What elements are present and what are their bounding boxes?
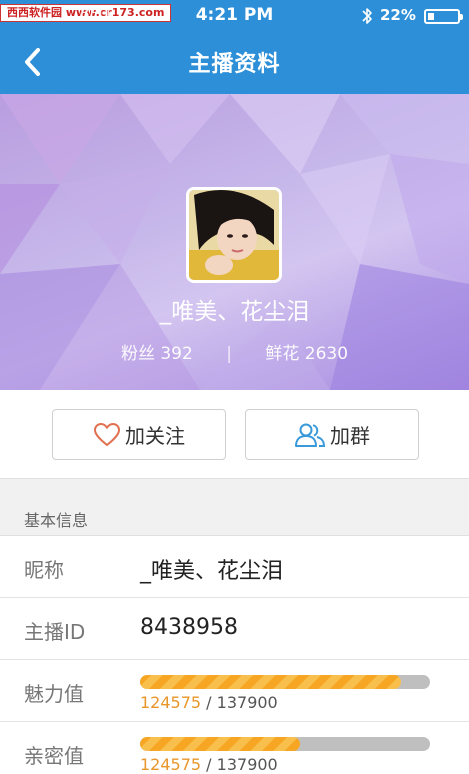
anchor-id-label: 主播ID bbox=[24, 620, 86, 644]
navigation-bar: 主播资料 bbox=[0, 32, 469, 94]
charm-current: 124575 bbox=[140, 693, 202, 712]
page-title: 主播资料 bbox=[188, 52, 281, 77]
charm-divider: / bbox=[206, 693, 217, 712]
status-bar: 西西软件园 www.cr173.com BELL 4:21 PM 22% bbox=[0, 0, 469, 32]
stats-separator: | bbox=[226, 344, 232, 364]
charm-progress-text: 124575 / 137900 bbox=[140, 693, 278, 712]
follow-button-label: 加关注 bbox=[125, 424, 185, 448]
fans-label: 粉丝 bbox=[120, 344, 155, 364]
section-header: 基本信息 bbox=[0, 478, 469, 536]
follow-button[interactable]: 加关注 bbox=[52, 409, 226, 460]
battery-level bbox=[428, 13, 435, 20]
heart-icon bbox=[93, 422, 121, 446]
nickname-value: _唯美、花尘泪 bbox=[140, 559, 284, 584]
intimacy-progress-text: 124575 / 137900 bbox=[140, 755, 278, 774]
profile-header: _唯美、花尘泪 粉丝 392 | 鲜花 2630 bbox=[0, 94, 469, 390]
intimacy-current: 124575 bbox=[140, 755, 202, 774]
join-group-button-label: 加群 bbox=[330, 424, 370, 448]
battery-percentage: 22% bbox=[380, 6, 416, 24]
action-bar: 加关注 加群 bbox=[0, 390, 469, 478]
battery-icon bbox=[424, 9, 463, 24]
intimacy-progress-bar bbox=[140, 737, 430, 751]
nickname-label: 昵称 bbox=[24, 558, 64, 582]
avatar[interactable] bbox=[186, 187, 282, 283]
top-bar: 西西软件园 www.cr173.com BELL 4:21 PM 22% 主播资… bbox=[0, 0, 469, 94]
fans-count: 392 bbox=[160, 344, 193, 364]
profile-stats: 粉丝 392 | 鲜花 2630 bbox=[0, 339, 469, 364]
charm-max: 137900 bbox=[216, 693, 278, 712]
flowers-label: 鲜花 bbox=[265, 344, 300, 364]
anchor-id-value: 8438958 bbox=[140, 615, 238, 640]
flowers-count: 2630 bbox=[304, 344, 349, 364]
users-icon bbox=[295, 423, 326, 447]
profile-name: _唯美、花尘泪 bbox=[159, 299, 310, 325]
avatar-image bbox=[189, 190, 279, 280]
intimacy-progress-fill bbox=[140, 737, 300, 751]
info-row-intimacy: 亲密值 124575 / 137900 bbox=[0, 722, 469, 774]
section-title: 基本信息 bbox=[24, 511, 89, 530]
info-row-nickname: 昵称 _唯美、花尘泪 bbox=[0, 536, 469, 598]
intimacy-max: 137900 bbox=[216, 755, 278, 774]
charm-label: 魅力值 bbox=[24, 682, 84, 706]
intimacy-label: 亲密值 bbox=[24, 744, 84, 768]
info-row-anchor-id: 主播ID 8438958 bbox=[0, 598, 469, 660]
info-row-charm: 魅力值 124575 / 137900 bbox=[0, 660, 469, 722]
charm-progress-bar bbox=[140, 675, 430, 689]
charm-progress-fill bbox=[140, 675, 401, 689]
info-list: 昵称 _唯美、花尘泪 主播ID 8438958 魅力值 124575 / 137… bbox=[0, 536, 469, 774]
bluetooth-icon bbox=[362, 8, 372, 24]
join-group-button[interactable]: 加群 bbox=[245, 409, 419, 460]
intimacy-divider: / bbox=[206, 755, 217, 774]
